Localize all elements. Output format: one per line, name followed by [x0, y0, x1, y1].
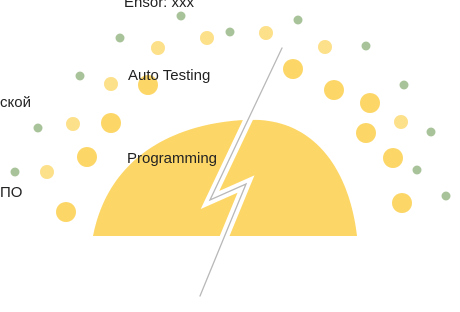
- dot-green: [33, 123, 43, 133]
- dot-yellow-large: [324, 80, 344, 100]
- left-label-1: ской: [0, 94, 31, 111]
- top-label: Ensor: xxx: [124, 0, 195, 11]
- dot-yellow: [104, 77, 118, 91]
- dot-green: [176, 11, 186, 21]
- dot-green: [399, 80, 409, 90]
- dot-yellow: [259, 26, 273, 40]
- dot-yellow-large: [77, 147, 97, 167]
- dot-yellow-large: [360, 93, 380, 113]
- dot-green: [412, 165, 422, 175]
- dot-yellow: [394, 115, 408, 129]
- dot-green: [10, 167, 20, 177]
- dot-yellow: [151, 41, 165, 55]
- dot-yellow: [66, 117, 80, 131]
- dot-yellow: [318, 40, 332, 54]
- dot-yellow-large: [356, 123, 376, 143]
- dot-green: [115, 33, 125, 43]
- dot-green: [225, 27, 235, 37]
- dot-yellow-large: [383, 148, 403, 168]
- dot-green: [293, 15, 303, 25]
- dot-yellow-large: [56, 202, 76, 222]
- dot-yellow: [40, 165, 54, 179]
- dot-green: [361, 41, 371, 51]
- dot-green: [75, 71, 85, 81]
- auto-testing-label: Auto Testing: [128, 67, 211, 84]
- dot-yellow: [200, 31, 214, 45]
- dot-green: [426, 127, 436, 137]
- sun-diagram: [10, 11, 451, 301]
- dot-green: [441, 191, 451, 201]
- dot-yellow-large: [101, 113, 121, 133]
- dot-yellow-large: [392, 193, 412, 213]
- dot-yellow-large: [283, 59, 303, 79]
- diagram-canvas: Ensor: xxx ской ПО Auto Testing Programm…: [0, 0, 460, 312]
- programming-label: Programming: [127, 150, 218, 167]
- left-label-2: ПО: [0, 184, 23, 201]
